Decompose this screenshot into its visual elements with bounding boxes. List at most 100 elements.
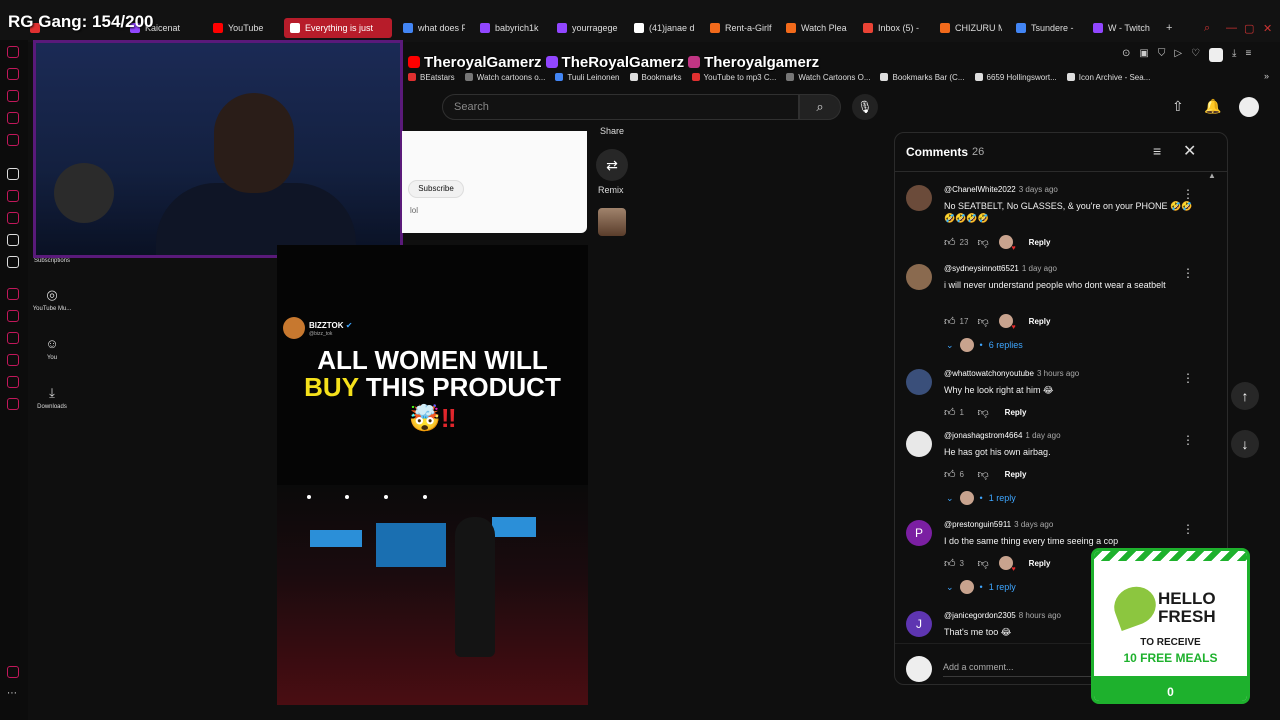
comment-more-icon[interactable]: ⋮ xyxy=(1182,371,1194,385)
more-bookmarks-icon[interactable]: » xyxy=(1264,71,1269,81)
like-icon[interactable]: 👍︎ xyxy=(944,468,956,481)
reply-button[interactable]: Reply xyxy=(1005,408,1027,417)
sidebar-app-icon[interactable] xyxy=(7,112,19,124)
menu-icon[interactable]: ≡ xyxy=(1245,48,1251,62)
download-icon[interactable]: ⤓ xyxy=(1232,48,1236,62)
view-replies-button[interactable]: ⌄ • 1 reply xyxy=(946,491,1016,505)
bookmark-item[interactable]: Bookmarks Bar (C... xyxy=(880,73,965,82)
like-icon[interactable]: 👍︎ xyxy=(944,236,956,249)
settings-icon[interactable] xyxy=(7,398,19,410)
next-short-button[interactable]: ↓ xyxy=(1231,430,1259,458)
browser-tab[interactable]: W - Twitch xyxy=(1093,18,1155,38)
comment-more-icon[interactable]: ⋮ xyxy=(1182,522,1194,536)
browser-tab[interactable]: what does P xyxy=(403,18,465,38)
sidebar-app-icon[interactable] xyxy=(7,134,19,146)
nav-item-youtube-music[interactable]: ◎ YouTube Mu... xyxy=(28,288,76,313)
comment-author-name[interactable]: @prestonguin5911 xyxy=(944,520,1011,529)
browser-tab[interactable]: yourragege xyxy=(557,18,619,38)
bookmark-item[interactable]: Bookmarks xyxy=(629,73,682,82)
comment-author-name[interactable]: @ChanelWhite2022 xyxy=(944,185,1016,194)
close-window-icon[interactable]: ✕ xyxy=(1263,22,1272,35)
refresh-icon[interactable] xyxy=(7,46,19,58)
commenter-avatar[interactable]: J xyxy=(906,611,932,637)
nav-item-downloads[interactable]: ⤓ Downloads xyxy=(28,386,76,411)
browser-tab[interactable]: Tsundere - xyxy=(1016,18,1078,38)
sidebar-app-icon[interactable] xyxy=(7,68,19,80)
notifications-icon[interactable]: 🔔 xyxy=(1204,98,1221,115)
remix-button[interactable]: ⇄ xyxy=(596,149,628,181)
sidebar-app-icon[interactable] xyxy=(7,288,19,300)
comment-author[interactable]: @ChanelWhite2022 3 days ago xyxy=(944,185,1058,194)
comment-author-name[interactable]: @janicegordon2305 xyxy=(944,611,1016,620)
dislike-icon[interactable]: 👎︎ xyxy=(978,468,989,481)
browser-tab[interactable]: Everything is just xyxy=(284,18,392,38)
comment-author[interactable]: @prestonguin5911 3 days ago xyxy=(944,520,1053,529)
bookmark-item[interactable]: 6659 Hollingswort... xyxy=(974,73,1057,82)
commenter-avatar[interactable] xyxy=(906,431,932,457)
maximize-window-icon[interactable]: ▢ xyxy=(1244,22,1254,35)
share-label[interactable]: Share xyxy=(600,126,624,136)
sidebar-app-icon[interactable] xyxy=(7,90,19,102)
commenter-avatar[interactable] xyxy=(906,264,932,290)
voice-search-button[interactable]: 🎙 xyxy=(852,94,878,120)
dislike-icon[interactable]: 👎︎ xyxy=(978,315,989,328)
like-icon[interactable]: 👍︎ xyxy=(944,557,956,570)
browser-tab[interactable]: Rent-a-Girlf xyxy=(710,18,772,38)
search-button[interactable]: ⌕ xyxy=(799,94,841,120)
subscribe-button[interactable]: Subscribe xyxy=(408,180,464,198)
instagram-icon[interactable] xyxy=(7,212,19,224)
comment-author[interactable]: @sydneysinnott6521 1 day ago xyxy=(944,264,1057,273)
shield-icon[interactable]: ⛉ xyxy=(1158,48,1166,62)
short-video-player[interactable]: BIZZTOK ✔ @bizz_tok ALL WOMEN WILL BUY T… xyxy=(277,245,588,705)
comment-more-icon[interactable]: ⋮ xyxy=(1182,266,1194,280)
bookmark-item[interactable]: YouTube to mp3 C... xyxy=(691,73,776,82)
sidebar-app-icon[interactable] xyxy=(7,332,19,344)
browser-tab[interactable]: CHIZURU M xyxy=(940,18,1002,38)
nav-item-you[interactable]: ☺ You xyxy=(28,337,76,362)
sidebar-app-icon[interactable] xyxy=(7,666,19,678)
scroll-up-icon[interactable]: ▲ xyxy=(1208,171,1216,181)
dislike-icon[interactable]: 👎︎ xyxy=(978,557,989,570)
sidebar-app-icon[interactable] xyxy=(7,376,19,388)
reply-button[interactable]: Reply xyxy=(1029,317,1051,326)
view-replies-button[interactable]: ⌄ • 6 replies xyxy=(946,338,1023,352)
view-replies-button[interactable]: ⌄ • 1 reply xyxy=(946,580,1016,594)
comment-more-icon[interactable]: ⋮ xyxy=(1182,187,1194,201)
close-icon[interactable]: ✕ xyxy=(1183,141,1196,161)
bookmark-item[interactable]: Watch Cartoons O... xyxy=(786,73,870,82)
sidebar-app-icon[interactable] xyxy=(7,190,19,202)
bookmark-item[interactable]: Tuuli Leinonen xyxy=(555,73,620,82)
browser-tab[interactable]: Watch Plea xyxy=(786,18,848,38)
heart-icon[interactable]: ♡ xyxy=(1191,48,1200,62)
search-tabs-icon[interactable]: ⌕ xyxy=(1204,22,1210,35)
comment-author-name[interactable]: @sydneysinnott6521 xyxy=(944,264,1019,273)
comment-author[interactable]: @jonashagstrom4664 1 day ago xyxy=(944,431,1061,440)
previous-short-button[interactable]: ↑ xyxy=(1231,382,1259,410)
sidebar-app-icon[interactable] xyxy=(7,168,19,180)
sound-thumbnail[interactable] xyxy=(598,208,626,236)
pin-icon[interactable]: ⊙ xyxy=(1122,48,1130,62)
reply-button[interactable]: Reply xyxy=(1005,470,1027,479)
bookmark-item[interactable]: Icon Archive - Sea... xyxy=(1066,73,1150,82)
extension-icon[interactable]: ▣ xyxy=(1139,48,1148,62)
comment-author[interactable]: @janicegordon2305 8 hours ago xyxy=(944,611,1061,620)
commenter-avatar[interactable] xyxy=(906,369,932,395)
comment-more-icon[interactable]: ⋮ xyxy=(1182,433,1194,447)
x-icon[interactable] xyxy=(7,256,19,268)
reply-button[interactable]: Reply xyxy=(1029,238,1051,247)
account-avatar[interactable] xyxy=(1239,97,1259,117)
play-icon[interactable]: ▷ xyxy=(1174,48,1182,62)
browser-tab[interactable]: babyrich1k xyxy=(480,18,542,38)
bookmark-item[interactable]: Watch cartoons o... xyxy=(464,73,545,82)
new-tab-icon[interactable]: + xyxy=(1166,22,1172,34)
comment-author-name[interactable]: @jonashagstrom4664 xyxy=(944,431,1022,440)
like-icon[interactable]: 👍︎ xyxy=(944,315,956,328)
more-icon[interactable]: ⋯ xyxy=(7,688,19,700)
history-icon[interactable] xyxy=(7,354,19,366)
comment-author[interactable]: @whattowatchonyoutube 3 hours ago xyxy=(944,369,1079,378)
nav-item-subscriptions[interactable]: Subscriptions xyxy=(28,258,76,264)
sidebar-app-icon[interactable] xyxy=(7,310,19,322)
tiktok-icon[interactable] xyxy=(7,234,19,246)
search-input[interactable]: Search xyxy=(442,94,799,120)
dislike-icon[interactable]: 👎︎ xyxy=(978,406,989,419)
